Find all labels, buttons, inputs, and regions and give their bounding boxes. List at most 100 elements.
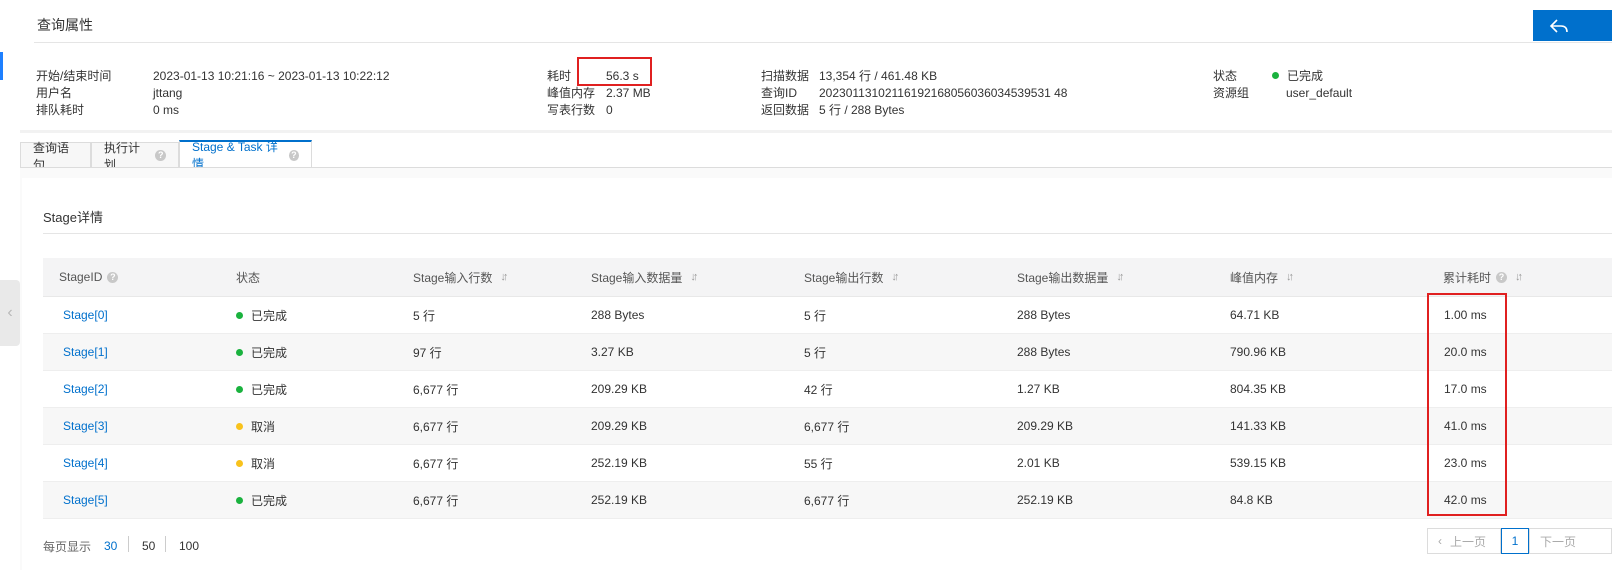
th-input-size[interactable]: Stage输入数据量 ↓↑ — [591, 258, 698, 296]
cell-input-size-text: 252.19 KB — [591, 456, 648, 470]
peak-mem-value: 2.37 MB — [606, 86, 651, 100]
cell-input-rows: 6,677 行 — [413, 482, 458, 518]
cell-input-rows: 6,677 行 — [413, 371, 458, 407]
status-dot-icon — [236, 385, 243, 393]
table-row: Stage[5] 已完成 6,677 行 252.19 KB 6,677 行 252.19… — [43, 482, 1612, 519]
th-output-rows[interactable]: Stage输出行数 ↓↑ — [804, 258, 899, 296]
section-title: Stage详情 — [43, 210, 103, 225]
cell-output-size-text: 2.01 KB — [1017, 456, 1060, 470]
sort-icon[interactable]: ↓↑ — [1116, 271, 1124, 283]
th-output-size[interactable]: Stage输出数据量 ↓↑ — [1017, 258, 1124, 296]
th-peak-memory[interactable]: 峰值内存 ↓↑ — [1230, 258, 1294, 296]
cell-peak-memory: 804.35 KB — [1230, 371, 1286, 407]
cell-stage-id[interactable]: Stage[4] — [63, 445, 108, 481]
cell-output-rows: 55 行 — [804, 445, 833, 481]
cell-output-size-text: 209.29 KB — [1017, 419, 1074, 433]
cell-input-rows: 6,677 行 — [413, 408, 458, 444]
page-size-divider — [128, 536, 129, 552]
cell-input-rows: 6,677 行 — [413, 445, 458, 481]
cell-output-rows-text: 55 行 — [804, 456, 833, 471]
page-size-30[interactable]: 30 — [104, 539, 117, 553]
help-icon[interactable]: ? — [155, 150, 166, 161]
cell-status-text: 取消 — [251, 419, 276, 434]
scan-label: 扫描数据 — [761, 69, 810, 83]
th-label: Stage输入数据量 — [591, 270, 683, 285]
cell-peak-memory-text: 804.35 KB — [1230, 382, 1287, 396]
sort-icon[interactable]: ↓↑ — [891, 271, 899, 283]
th-label: 峰值内存 — [1230, 270, 1279, 285]
sort-icon[interactable]: ↓↑ — [1515, 271, 1523, 283]
cell-stage-id[interactable]: Stage[5] — [63, 482, 108, 518]
status-label: 状态 — [1213, 69, 1238, 83]
cell-status: 已完成 — [236, 334, 287, 370]
peak-mem-label: 峰值内存 — [547, 86, 596, 100]
cell-output-rows: 5 行 — [804, 297, 826, 333]
status-dot-icon — [236, 422, 243, 430]
help-icon[interactable]: ? — [1496, 271, 1508, 283]
user-label: 用户名 — [36, 86, 73, 100]
table-row: Stage[0] 已完成 5 行 288 Bytes 5 行 288 Bytes 64.71… — [43, 297, 1612, 334]
tab-stage-task-details[interactable]: Stage & Task 详情? — [179, 140, 312, 171]
page-size-50[interactable]: 50 — [142, 539, 155, 553]
back-button[interactable] — [1533, 10, 1612, 41]
sort-icon[interactable]: ↓↑ — [500, 271, 508, 283]
cell-stage-id-text: Stage[1] — [63, 345, 108, 359]
cell-output-rows: 6,677 行 — [804, 408, 849, 444]
cell-input-size-text: 3.27 KB — [591, 345, 634, 359]
cell-stage-id[interactable]: Stage[2] — [63, 371, 108, 407]
th-input-rows[interactable]: Stage输入行数 ↓↑ — [413, 258, 508, 296]
cell-output-size: 1.27 KB — [1017, 371, 1060, 407]
start-end-value: 2023-01-13 10:21:16 ~ 2023-01-13 10:22:1… — [153, 69, 390, 83]
cell-output-size: 288 Bytes — [1017, 297, 1070, 333]
sort-icon[interactable]: ↓↑ — [690, 271, 698, 283]
user-value: jttang — [153, 86, 183, 100]
chevron-left-icon: ‹ — [7, 304, 13, 321]
sort-icon[interactable]: ↓↑ — [1286, 271, 1294, 283]
section-divider — [43, 233, 1612, 234]
cell-output-size-text: 252.19 KB — [1017, 493, 1074, 507]
tab-query-statement[interactable]: 查询语句 — [20, 141, 91, 172]
table-row: Stage[4] 取消 6,677 行 252.19 KB 55 行 2.01 KB 539… — [43, 445, 1612, 482]
return-value: 5 行 / 288 Bytes — [819, 103, 905, 117]
th-label: StageID — [59, 270, 103, 284]
page-size-label: 每页显示 — [43, 540, 92, 554]
page-size-100[interactable]: 100 — [179, 539, 199, 553]
cell-output-size: 209.29 KB — [1017, 408, 1073, 444]
tab-execution-plan[interactable]: 执行计划? — [91, 141, 179, 172]
cell-output-rows-text: 5 行 — [804, 308, 827, 323]
cell-output-rows: 42 行 — [804, 371, 833, 407]
prev-page-button[interactable]: ‹ 上一页 — [1427, 528, 1501, 554]
cell-stage-id[interactable]: Stage[1] — [63, 334, 108, 370]
cell-peak-memory-text: 84.8 KB — [1230, 493, 1273, 507]
status-value-wrap: 已完成 — [1272, 67, 1323, 85]
cell-peak-memory: 84.8 KB — [1230, 482, 1273, 518]
cell-output-rows-text: 6,677 行 — [804, 493, 850, 508]
cell-output-size-text: 288 Bytes — [1017, 345, 1071, 359]
cell-output-size: 288 Bytes — [1017, 334, 1070, 370]
th-label: Stage输出行数 — [804, 270, 884, 285]
cell-status-text: 已完成 — [251, 382, 288, 397]
section-separator — [20, 130, 1612, 133]
cell-peak-memory: 790.96 KB — [1230, 334, 1286, 370]
status-dot-icon — [236, 348, 243, 356]
header-divider — [34, 42, 1612, 43]
written-label: 写表行数 — [547, 103, 596, 117]
table-row: Stage[2] 已完成 6,677 行 209.29 KB 42 行 1.27 KB 80… — [43, 371, 1612, 408]
cell-stage-id[interactable]: Stage[3] — [63, 408, 108, 444]
th-stage-id: StageID? — [59, 258, 119, 296]
cell-peak-memory-text: 64.71 KB — [1230, 308, 1280, 322]
cell-status: 取消 — [236, 445, 275, 481]
cell-input-rows-text: 5 行 — [413, 308, 436, 323]
back-arrow-icon — [1549, 18, 1568, 33]
th-total-time[interactable]: 累计耗时? ↓↑ — [1443, 258, 1523, 296]
cell-input-size: 209.29 KB — [591, 408, 647, 444]
sidebar-collapse-button[interactable]: ‹ — [0, 280, 20, 346]
cell-peak-memory-text: 141.33 KB — [1230, 419, 1287, 433]
next-page-button[interactable]: 下一页 — [1529, 528, 1612, 554]
cell-stage-id[interactable]: Stage[0] — [63, 297, 108, 333]
help-icon[interactable]: ? — [107, 271, 119, 283]
page-1-button[interactable]: 1 — [1501, 528, 1529, 554]
help-icon[interactable]: ? — [288, 149, 299, 161]
page-title: 查询属性 — [37, 17, 93, 33]
cell-input-rows-text: 6,677 行 — [413, 419, 459, 434]
